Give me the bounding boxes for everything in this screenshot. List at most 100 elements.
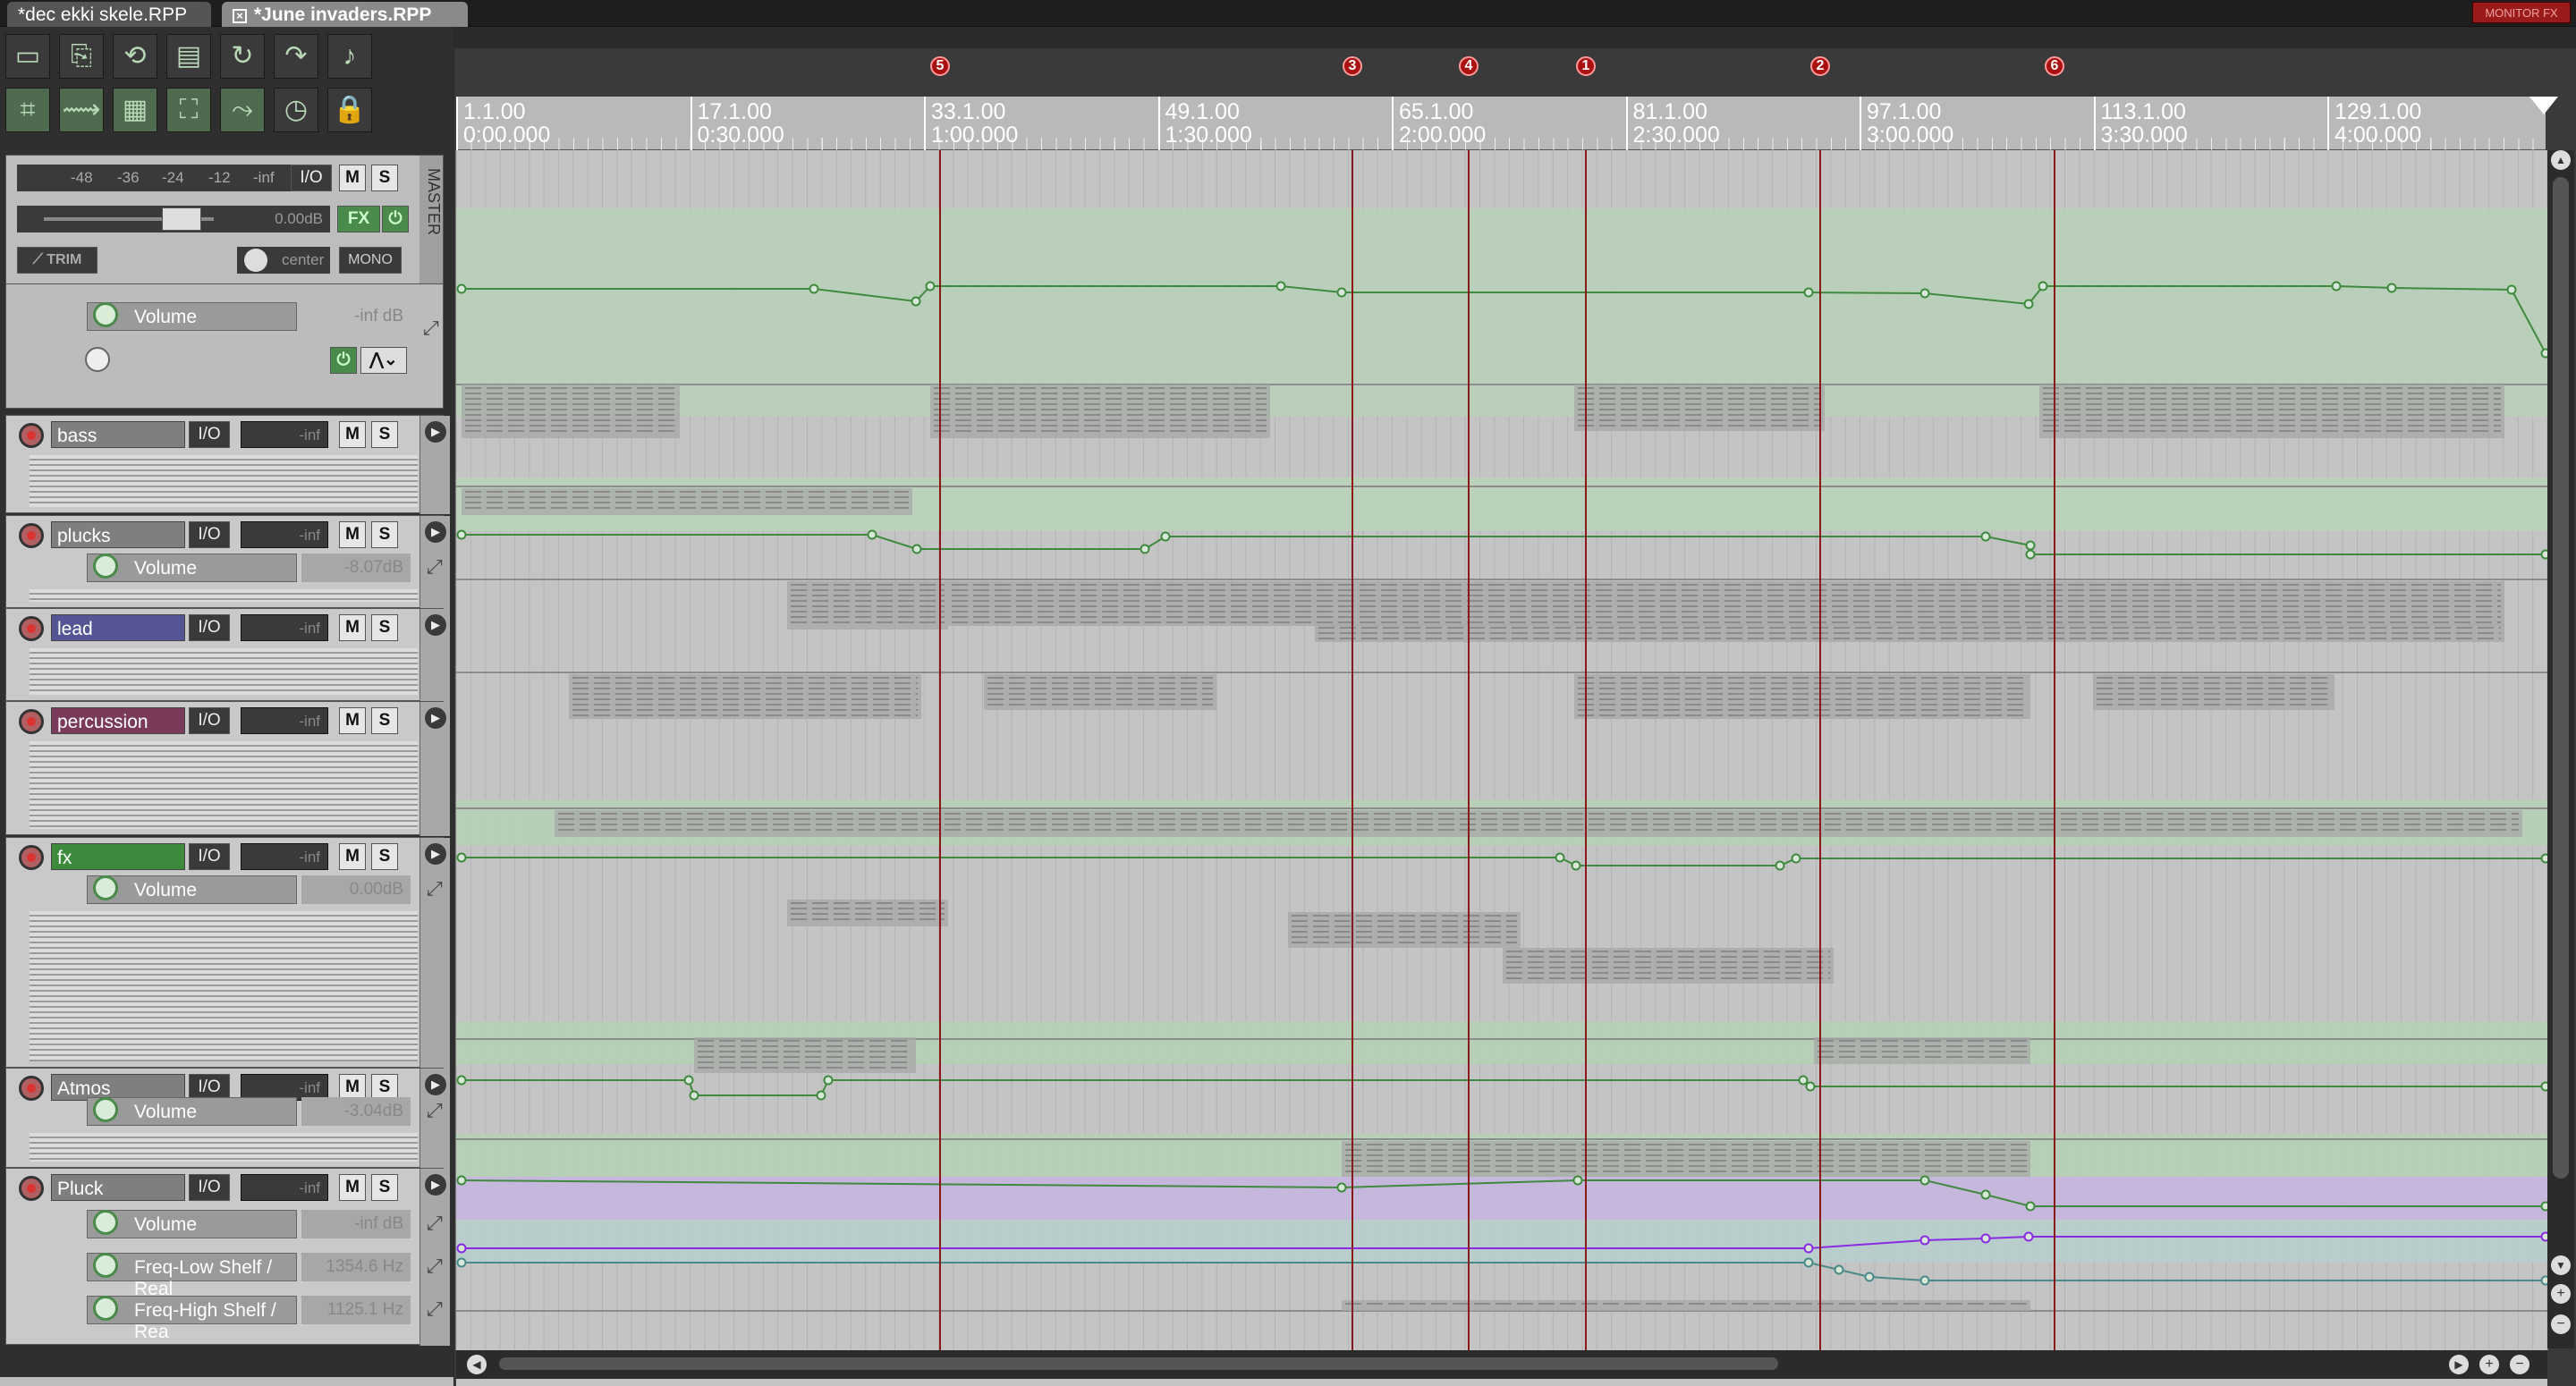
track-solo-button[interactable]: S (371, 1174, 398, 1201)
save-icon[interactable]: ⟲ (113, 34, 157, 79)
track-name[interactable]: Pluck (51, 1174, 185, 1201)
record-arm-icon[interactable] (19, 616, 44, 641)
track-name[interactable]: lead (51, 614, 185, 641)
envelope-icon[interactable]: ⤢ (427, 877, 443, 900)
zoom-out-horizontal-icon[interactable]: − (2510, 1355, 2529, 1374)
master-io-button[interactable]: I/O (291, 165, 332, 191)
tab-june-invaders[interactable]: × *June invaders.RPP (222, 2, 468, 27)
master-fx-button[interactable]: FX (337, 206, 380, 232)
tab-dec-ekki-skele[interactable]: *dec ekki skele.RPP (7, 2, 211, 27)
track-name[interactable]: fx (51, 843, 185, 870)
snap-icon[interactable]: ⌗ (5, 88, 50, 132)
env-active-icon[interactable] (93, 1296, 118, 1321)
envelope-icon[interactable]: ⤢ (427, 1099, 443, 1122)
render-icon[interactable]: ⎘ (59, 34, 104, 79)
marker-2[interactable]: 2 (1810, 56, 1830, 76)
envelope-icon[interactable]: ⤢ (427, 1212, 443, 1235)
zoom-out-vertical-icon[interactable]: − (2551, 1314, 2571, 1334)
master-solo-button[interactable]: S (371, 165, 398, 191)
monitor-fx-button[interactable]: MONITOR FX (2472, 2, 2571, 23)
track-io-button[interactable]: I/O (189, 843, 230, 870)
item-lock-icon[interactable]: ⛶ (166, 88, 211, 132)
track-mute-button[interactable]: M (339, 843, 366, 870)
track-volume[interactable]: -inf (241, 421, 328, 448)
track-name[interactable]: percussion (51, 707, 185, 734)
track-mute-button[interactable]: M (339, 421, 366, 448)
track-solo-button[interactable]: S (371, 707, 398, 734)
timebase-icon[interactable]: ◷ (274, 88, 318, 132)
env-bypass-icon[interactable]: ⏻ (330, 347, 357, 374)
master-mono-button[interactable]: MONO (339, 247, 402, 274)
zoom-in-horizontal-icon[interactable]: + (2479, 1355, 2499, 1374)
lock-icon[interactable]: 🔒 (327, 88, 372, 132)
track-solo-button[interactable]: S (371, 421, 398, 448)
marker-3[interactable]: 3 (1343, 56, 1362, 76)
loop-icon[interactable]: ↻ (220, 34, 265, 79)
track-io-button[interactable]: I/O (189, 521, 230, 548)
vertical-scroll-thumb[interactable] (2553, 177, 2569, 1179)
marker-5[interactable]: 5 (930, 56, 950, 76)
envelope-icon[interactable]: ⤢ (423, 317, 439, 340)
marker-1[interactable]: 1 (1576, 56, 1596, 76)
track-mute-button[interactable]: M (339, 614, 366, 641)
new-project-icon[interactable]: ▭ (5, 34, 50, 79)
auto-crossfade-icon[interactable]: ⤳ (220, 88, 265, 132)
expand-track-icon[interactable]: ▶ (425, 521, 446, 543)
track-mute-button[interactable]: M (339, 521, 366, 548)
master-volume-handle[interactable] (162, 207, 201, 231)
track-volume[interactable]: -inf (241, 707, 328, 734)
track-volume[interactable]: -inf (241, 843, 328, 870)
track-solo-button[interactable]: S (371, 614, 398, 641)
record-arm-icon[interactable] (19, 423, 44, 448)
master-trim-button[interactable]: ⟋ TRIM (17, 247, 97, 274)
master-pan-control[interactable]: center (237, 247, 330, 274)
expand-track-icon[interactable]: ▶ (425, 421, 446, 443)
undo-history-icon[interactable]: ▤ (166, 34, 211, 79)
envelope-icon[interactable]: ⤢ (427, 555, 443, 579)
scroll-down-icon[interactable]: ▼ (2551, 1255, 2571, 1275)
env-active-icon[interactable] (93, 875, 118, 900)
envelope-icon[interactable]: ⤢ (427, 1297, 443, 1321)
marker-4[interactable]: 4 (1459, 56, 1479, 76)
vertical-scrollbar[interactable]: ▲ ▼ + − (2547, 150, 2574, 1348)
track-io-button[interactable]: I/O (189, 707, 230, 734)
env-active-icon[interactable] (93, 302, 118, 327)
horizontal-scroll-thumb[interactable] (499, 1357, 1778, 1370)
expand-track-icon[interactable]: ▶ (425, 614, 446, 636)
zoom-in-vertical-icon[interactable]: + (2551, 1284, 2571, 1304)
record-arm-icon[interactable] (19, 709, 44, 734)
env-active-icon[interactable] (93, 554, 118, 579)
track-volume[interactable]: -inf (241, 1174, 328, 1201)
ripple-icon[interactable]: ⟿ (59, 88, 104, 132)
record-arm-icon[interactable] (19, 523, 44, 548)
grid-icon[interactable]: ▦ (113, 88, 157, 132)
timeline-ruler[interactable]: 1.1.00 0:00.000 17.1.00 0:30.000 33.1.00 1:00… (456, 97, 2546, 150)
track-solo-button[interactable]: S (371, 521, 398, 548)
expand-track-icon[interactable]: ▶ (425, 1074, 446, 1095)
record-arm-icon[interactable] (19, 1076, 44, 1101)
redo-icon[interactable]: ↷ (274, 34, 318, 79)
env-knob-icon[interactable] (85, 347, 110, 372)
scroll-right-icon[interactable]: ▶ (2449, 1355, 2469, 1374)
expand-track-icon[interactable]: ▶ (425, 707, 446, 729)
scroll-up-icon[interactable]: ▲ (2551, 150, 2571, 170)
horizontal-scrollbar[interactable]: ◀ ▶ + − (456, 1350, 2547, 1379)
track-io-button[interactable]: I/O (189, 614, 230, 641)
track-name[interactable]: plucks (51, 521, 185, 548)
track-mute-button[interactable]: M (339, 707, 366, 734)
record-arm-icon[interactable] (19, 1176, 44, 1201)
pan-knob-icon[interactable] (244, 249, 267, 272)
master-fx-bypass-icon[interactable]: ⏻ (382, 206, 409, 232)
track-mute-button[interactable]: M (339, 1174, 366, 1201)
close-tab-icon[interactable]: × (233, 9, 247, 23)
env-active-icon[interactable] (93, 1097, 118, 1122)
expand-track-icon[interactable]: ▶ (425, 843, 446, 865)
arrange-canvas[interactable] (454, 48, 2576, 1386)
scroll-left-icon[interactable]: ◀ (467, 1355, 487, 1374)
metronome-icon[interactable]: ♪ (327, 34, 372, 79)
master-volume-slider[interactable]: 0.00dB (17, 206, 330, 232)
track-volume[interactable]: -inf (241, 614, 328, 641)
master-mute-button[interactable]: M (339, 165, 366, 191)
marker-6[interactable]: 6 (2045, 56, 2064, 76)
record-arm-icon[interactable] (19, 845, 44, 870)
